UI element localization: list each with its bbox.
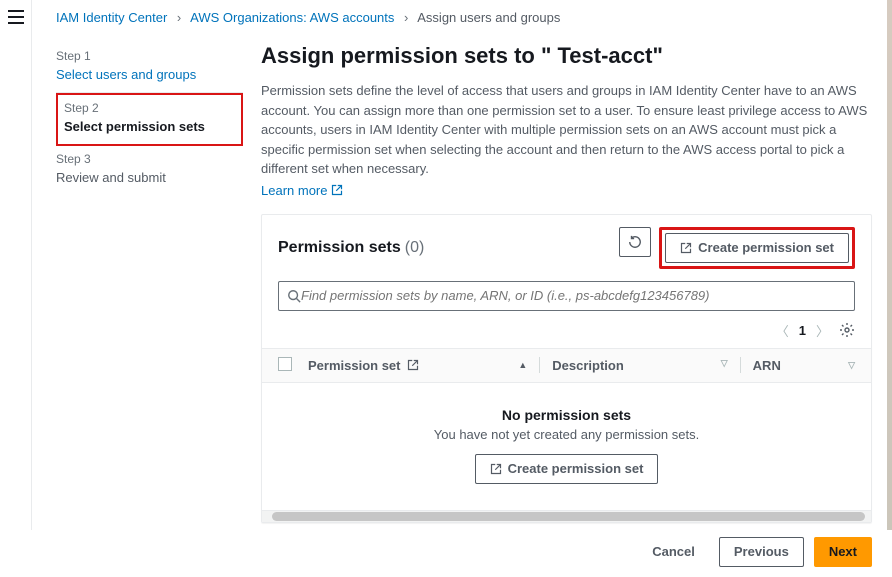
page-title: Assign permission sets to " Test-acct" <box>261 43 872 69</box>
chevron-right-icon: › <box>177 10 181 25</box>
learn-more-link[interactable]: Learn more <box>261 183 343 198</box>
external-link-icon <box>331 184 343 196</box>
col-permission-set[interactable]: Permission set <box>308 358 401 373</box>
select-all-checkbox[interactable] <box>278 357 292 371</box>
card-title: Permission sets (0) <box>278 239 424 257</box>
refresh-button[interactable] <box>619 227 651 257</box>
search-input-wrapper[interactable] <box>278 281 855 311</box>
wizard-step-3[interactable]: Step 3 Review and submit <box>56 146 243 195</box>
search-input[interactable] <box>301 288 846 303</box>
external-link-icon <box>407 359 419 371</box>
page-next[interactable]: 〉 <box>816 321 829 340</box>
wizard-steps: Step 1 Select users and groups Step 2 Se… <box>56 43 261 530</box>
refresh-icon <box>628 235 642 249</box>
external-link-icon <box>490 463 502 475</box>
external-link-icon <box>680 242 692 254</box>
page-number: 1 <box>799 323 806 338</box>
create-permission-set-empty-button[interactable]: Create permission set <box>475 454 659 484</box>
wizard-step-2[interactable]: Step 2 Select permission sets <box>56 93 243 146</box>
decorative-edge <box>887 0 892 530</box>
sort-icon[interactable]: ▽ <box>848 360 855 371</box>
cancel-button[interactable]: Cancel <box>638 537 709 567</box>
breadcrumb-root[interactable]: IAM Identity Center <box>56 10 167 25</box>
page-description: Permission sets define the level of acce… <box>261 81 872 179</box>
col-arn[interactable]: ARN <box>753 358 781 373</box>
sort-asc-icon[interactable]: ▲ <box>518 360 527 370</box>
page-prev[interactable]: 〈 <box>776 321 789 340</box>
permission-sets-card: Permission sets (0) Create perm <box>261 214 872 523</box>
sort-icon[interactable]: ▽ <box>721 358 728 373</box>
table-header: Permission set ▲ Description ▽ ARN <box>262 348 871 383</box>
empty-state: No permission sets You have not yet crea… <box>262 383 871 510</box>
menu-toggle[interactable] <box>8 10 24 24</box>
gear-icon[interactable] <box>839 322 855 338</box>
next-button[interactable]: Next <box>814 537 872 567</box>
breadcrumb-current: Assign users and groups <box>417 10 560 25</box>
breadcrumb-org[interactable]: AWS Organizations: AWS accounts <box>190 10 394 25</box>
wizard-step-1[interactable]: Step 1 Select users and groups <box>56 43 243 93</box>
create-permission-set-button[interactable]: Create permission set <box>665 233 849 263</box>
search-icon <box>287 289 301 303</box>
col-description[interactable]: Description <box>552 358 624 373</box>
horizontal-scrollbar[interactable] <box>262 510 871 522</box>
chevron-right-icon: › <box>404 10 408 25</box>
previous-button[interactable]: Previous <box>719 537 804 567</box>
breadcrumb: IAM Identity Center › AWS Organizations:… <box>56 10 872 25</box>
